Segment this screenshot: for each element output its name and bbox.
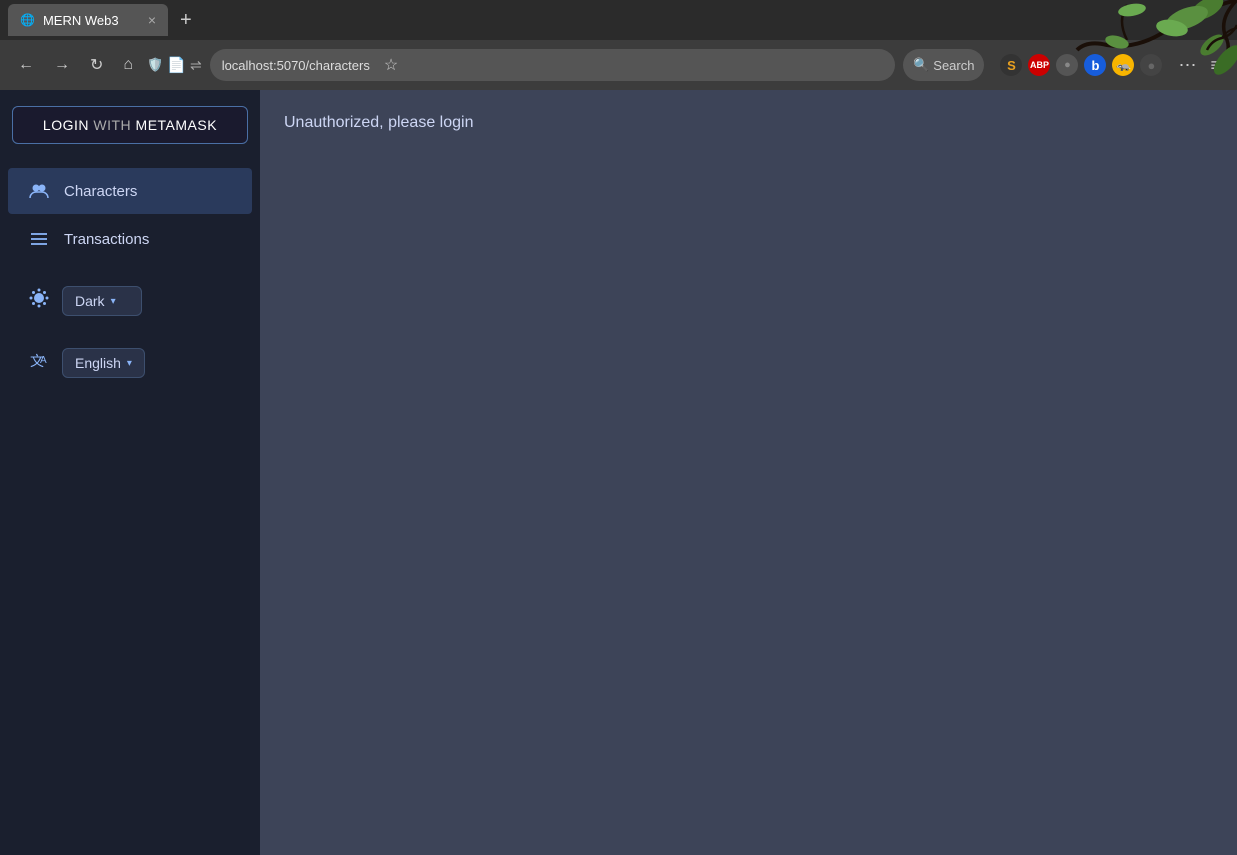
theme-label: Dark — [75, 293, 105, 309]
privacy-badger-extension[interactable]: 🦡 — [1112, 54, 1134, 76]
search-icon: 🔍 — [913, 57, 929, 73]
address-text: localhost:5070/characters — [222, 58, 370, 73]
search-box[interactable]: 🔍 Search — [903, 49, 984, 81]
security-icon: 🛡️ — [147, 57, 163, 73]
tab-title: MERN Web3 — [43, 13, 119, 28]
theme-dropdown-arrow: ▾ — [111, 296, 116, 307]
adblock-extension[interactable]: ABP — [1028, 54, 1050, 76]
ext6-extension[interactable]: ● — [1140, 54, 1162, 76]
svg-text:A: A — [40, 355, 47, 366]
transactions-label: Transactions — [64, 231, 149, 248]
sidebar-nav: Characters Transactions — [0, 160, 260, 270]
page-info-icon: 📄 — [167, 56, 186, 74]
language-label: English — [75, 355, 121, 371]
bitwarden-extension[interactable]: b — [1084, 54, 1106, 76]
transactions-icon — [28, 228, 50, 250]
language-setting-row: 文 A English ▾ — [8, 336, 252, 390]
more-button[interactable]: ⋯ — [1174, 51, 1200, 80]
browser-tab-mern[interactable]: 🌐 MERN Web3 × — [8, 4, 168, 36]
home-button[interactable]: ⌂ — [117, 52, 139, 78]
theme-dropdown[interactable]: Dark ▾ — [62, 286, 142, 316]
login-metamask-button[interactable]: LOGIN WITH METAMASK — [12, 106, 248, 144]
characters-label: Characters — [64, 183, 137, 200]
tab-favicon: 🌐 — [20, 13, 35, 27]
language-dropdown[interactable]: English ▾ — [62, 348, 145, 378]
back-button[interactable]: ← — [12, 52, 40, 78]
main-content: Unauthorized, please login — [260, 90, 1237, 855]
theme-icon — [28, 287, 50, 315]
circle-extension[interactable]: ● — [1056, 54, 1078, 76]
characters-icon — [28, 180, 50, 202]
address-bar[interactable]: localhost:5070/characters ☆ — [210, 49, 895, 81]
new-tab-button[interactable]: + — [172, 9, 200, 32]
menu-button[interactable]: ≡ — [1206, 51, 1225, 80]
sidebar: LOGIN WITH METAMASK Characters — [0, 90, 260, 855]
sidebar-item-characters[interactable]: Characters — [8, 168, 252, 214]
tab-close-button[interactable]: × — [148, 12, 156, 28]
theme-setting-row: Dark ▾ — [8, 274, 252, 328]
forward-button[interactable]: → — [48, 52, 76, 78]
connection-icon: ⇌ — [190, 57, 202, 74]
scribd-extension[interactable]: S — [1000, 54, 1022, 76]
bookmark-icon[interactable]: ☆ — [384, 55, 398, 75]
language-icon: 文 A — [28, 350, 50, 377]
unauthorized-message: Unauthorized, please login — [284, 114, 1213, 132]
language-dropdown-arrow: ▾ — [127, 358, 132, 369]
reload-button[interactable]: ↻ — [84, 51, 109, 79]
search-label: Search — [933, 58, 974, 73]
browser-extensions: S ABP ● b 🦡 ● — [1000, 54, 1162, 76]
nav-right-controls: ⋯ ≡ — [1174, 51, 1225, 80]
sidebar-item-transactions[interactable]: Transactions — [8, 216, 252, 262]
